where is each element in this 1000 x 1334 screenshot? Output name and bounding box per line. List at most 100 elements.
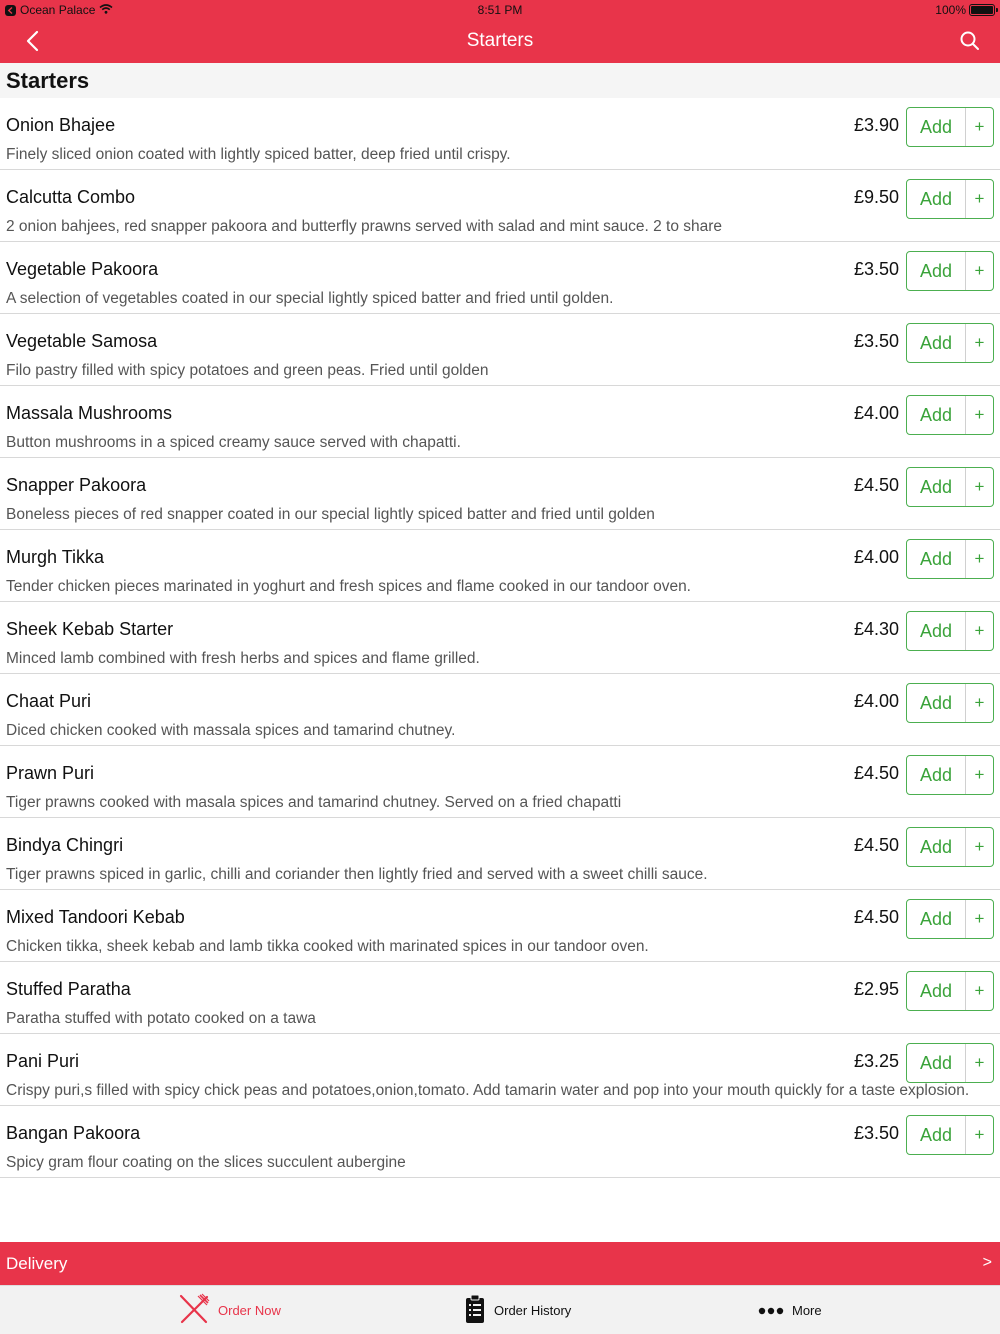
- item-price: £2.95: [853, 979, 899, 999]
- item-price: £4.50: [853, 835, 899, 855]
- add-button-label: Add: [907, 612, 966, 650]
- add-button-label: Add: [907, 540, 966, 578]
- battery-percent: 100%: [935, 3, 966, 17]
- plus-icon: +: [974, 549, 985, 568]
- add-button[interactable]: Add +: [906, 1115, 994, 1155]
- menu-item[interactable]: Chaat Puri £4.00 Add + Diced chicken cooked …: [0, 674, 1000, 746]
- tab-order-now[interactable]: Order Now: [178, 1286, 281, 1334]
- menu-item[interactable]: Mixed Tandoori Kebab £4.50 Add + Chicken tik…: [0, 890, 1000, 962]
- plus-icon: +: [974, 261, 985, 280]
- menu-item[interactable]: Sheek Kebab Starter £4.30 Add + Minced lamb …: [0, 602, 1000, 674]
- tab-more-label: More: [792, 1303, 822, 1318]
- plus-icon: +: [974, 765, 985, 784]
- item-name: Massala Mushrooms: [6, 403, 173, 423]
- item-name: Vegetable Samosa: [6, 331, 158, 351]
- more-dots-icon: [758, 1303, 784, 1318]
- item-description: 2 onion bahjees, red snapper pakoora and…: [6, 218, 723, 235]
- item-description: Minced lamb combined with fresh herbs an…: [6, 650, 480, 667]
- fork-knife-icon: [178, 1293, 210, 1328]
- item-name: Bangan Pakoora: [6, 1123, 141, 1143]
- add-button-label: Add: [907, 180, 966, 218]
- add-button[interactable]: Add +: [906, 611, 994, 651]
- add-button[interactable]: Add +: [906, 971, 994, 1011]
- plus-icon: +: [974, 405, 985, 424]
- add-button[interactable]: Add +: [906, 539, 994, 579]
- status-bar: Ocean Palace 8:51 PM 100%: [0, 0, 1000, 20]
- item-name: Sheek Kebab Starter: [6, 619, 174, 639]
- menu-item[interactable]: Vegetable Samosa £3.50 Add + Filo pastry fil…: [0, 314, 1000, 386]
- add-button-label: Add: [907, 108, 966, 146]
- item-description: Boneless pieces of red snapper coated in…: [6, 506, 655, 523]
- item-price: £3.90: [853, 115, 899, 135]
- item-price: £3.50: [853, 331, 899, 351]
- add-button-label: Add: [907, 324, 966, 362]
- item-price: £3.25: [853, 1051, 899, 1071]
- item-description: A selection of vegetables coated in our …: [6, 290, 614, 307]
- menu-item[interactable]: Prawn Puri £4.50 Add + Tiger prawns cooked w…: [0, 746, 1000, 818]
- add-button[interactable]: Add +: [906, 683, 994, 723]
- add-button[interactable]: Add +: [906, 467, 994, 507]
- item-name: Stuffed Paratha: [6, 979, 131, 999]
- add-button-label: Add: [907, 900, 966, 938]
- tab-more[interactable]: More: [758, 1286, 822, 1334]
- item-description: Diced chicken cooked with massala spices…: [6, 722, 456, 739]
- menu-item[interactable]: Calcutta Combo £9.50 Add +2 onion bahjees, …: [0, 170, 1000, 242]
- clock: 8:51 PM: [477, 3, 523, 17]
- tab-order-history[interactable]: Order History: [464, 1286, 571, 1334]
- plus-icon: +: [974, 981, 985, 1000]
- menu-item[interactable]: Bangan Pakoora £3.50 Add + Spicy gram flour …: [0, 1106, 1000, 1178]
- item-price: £4.50: [853, 475, 899, 495]
- add-button-label: Add: [907, 252, 966, 290]
- add-button-label: Add: [907, 756, 966, 794]
- add-button[interactable]: Add +: [906, 1043, 994, 1083]
- item-price: £9.50: [853, 187, 899, 207]
- item-name: Vegetable Pakoora: [6, 259, 159, 279]
- plus-icon: +: [974, 837, 985, 856]
- item-price: £4.00: [853, 403, 899, 423]
- add-button-label: Add: [907, 684, 966, 722]
- add-button[interactable]: Add +: [906, 323, 994, 363]
- menu-item[interactable]: Stuffed Paratha £2.95 Add + Paratha stuffed …: [0, 962, 1000, 1034]
- plus-icon: +: [974, 189, 985, 208]
- add-button[interactable]: Add +: [906, 179, 994, 219]
- item-description: Tiger prawns spiced in garlic, chilli an…: [6, 866, 708, 883]
- menu-item[interactable]: Onion Bhajee £3.90 Add + Finely sliced onion…: [0, 98, 1000, 170]
- plus-icon: +: [974, 693, 985, 712]
- item-description: Crispy puri,s filled with spicy chick pe…: [6, 1082, 970, 1099]
- add-button-label: Add: [907, 468, 966, 506]
- add-button[interactable]: Add +: [906, 107, 994, 147]
- menu-item[interactable]: Massala Mushrooms £4.00 Add + Button mushroo…: [0, 386, 1000, 458]
- plus-icon: +: [974, 909, 985, 928]
- plus-icon: +: [974, 333, 985, 352]
- add-button-label: Add: [907, 1116, 966, 1154]
- item-name: Pani Puri: [6, 1051, 80, 1071]
- menu-item[interactable]: Vegetable Pakoora £3.50 Add + A selection of…: [0, 242, 1000, 314]
- menu-item[interactable]: Pani Puri £3.25 Add + Crispy puri,s filled w…: [0, 1034, 1000, 1106]
- tab-order-history-label: Order History: [494, 1303, 572, 1318]
- plus-icon: +: [974, 117, 985, 136]
- add-button-label: Add: [907, 396, 966, 434]
- add-button-label: Add: [907, 828, 966, 866]
- item-name: Mixed Tandoori Kebab: [6, 907, 185, 927]
- add-button[interactable]: Add +: [906, 395, 994, 435]
- add-button[interactable]: Add +: [906, 899, 994, 939]
- delivery-bar[interactable]: Delivery >: [0, 1242, 1000, 1285]
- add-button[interactable]: Add +: [906, 827, 994, 867]
- add-button[interactable]: Add +: [906, 251, 994, 291]
- item-name: Murgh Tikka: [6, 547, 105, 567]
- search-icon[interactable]: [958, 29, 982, 53]
- item-description: Chicken tikka, sheek kebab and lamb tikk…: [6, 938, 649, 955]
- menu-item[interactable]: Murgh Tikka £4.00 Add + Tender chicken piece…: [0, 530, 1000, 602]
- delivery-label: Delivery: [6, 1254, 68, 1273]
- add-button-label: Add: [907, 972, 966, 1010]
- plus-icon: +: [974, 1125, 985, 1144]
- item-name: Onion Bhajee: [6, 115, 116, 135]
- item-price: £4.50: [853, 907, 899, 927]
- menu-item[interactable]: Bindya Chingri £4.50 Add + Tiger prawns spic…: [0, 818, 1000, 890]
- add-button[interactable]: Add +: [906, 755, 994, 795]
- item-price: £4.00: [853, 691, 899, 711]
- menu-item[interactable]: Snapper Pakoora £4.50 Add + Boneless pieces …: [0, 458, 1000, 530]
- section-header: Starters: [0, 63, 1000, 98]
- item-description: Tender chicken pieces marinated in yoghu…: [6, 578, 691, 595]
- item-name: Prawn Puri: [6, 763, 95, 783]
